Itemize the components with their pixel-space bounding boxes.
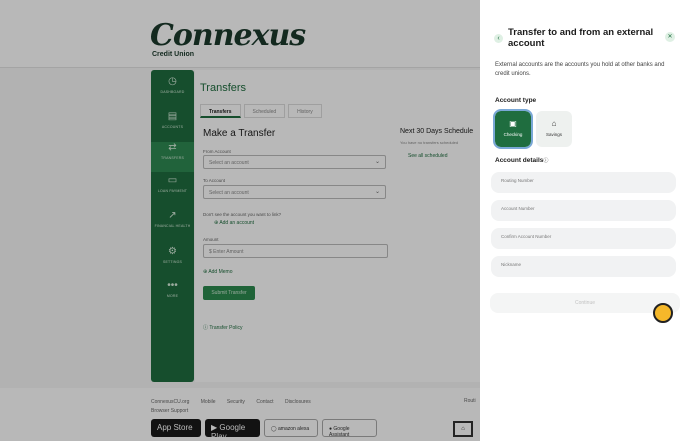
confirm-account-number-field[interactable]: Confirm Account Number xyxy=(491,228,676,249)
account-type-label: Savings xyxy=(545,132,562,137)
back-icon[interactable]: ‹ xyxy=(494,34,503,43)
routing-number-field[interactable]: Routing Number xyxy=(491,172,676,193)
account-number-field[interactable]: Account Number xyxy=(491,200,676,221)
checking-icon: ▣ xyxy=(509,119,517,128)
panel-description: External accounts are the accounts you h… xyxy=(495,62,665,77)
panel-title: Transfer to and from an external account xyxy=(508,27,654,49)
nickname-label: Nickname xyxy=(501,262,522,267)
account-type-checking[interactable]: ▣ Checking xyxy=(493,109,533,149)
nickname-field[interactable]: Nickname xyxy=(491,256,676,277)
account-details-text: Account details xyxy=(495,157,544,164)
modal-overlay[interactable] xyxy=(0,0,480,441)
info-icon[interactable]: ⓘ xyxy=(543,158,548,164)
account-type-savings[interactable]: ⌂ Savings xyxy=(536,111,572,147)
account-details-heading: Account detailsⓘ xyxy=(495,157,548,164)
confirm-account-number-label: Confirm Account Number xyxy=(501,234,552,239)
cursor-indicator xyxy=(653,303,673,323)
routing-number-label: Routing Number xyxy=(501,178,534,183)
close-icon[interactable]: ✕ xyxy=(665,32,675,42)
continue-button[interactable]: Continue xyxy=(490,293,680,313)
account-type-heading: Account type xyxy=(495,97,537,104)
bank-icon: ⌂ xyxy=(551,119,557,128)
account-type-label: Checking xyxy=(503,132,523,137)
account-number-label: Account Number xyxy=(501,206,535,211)
